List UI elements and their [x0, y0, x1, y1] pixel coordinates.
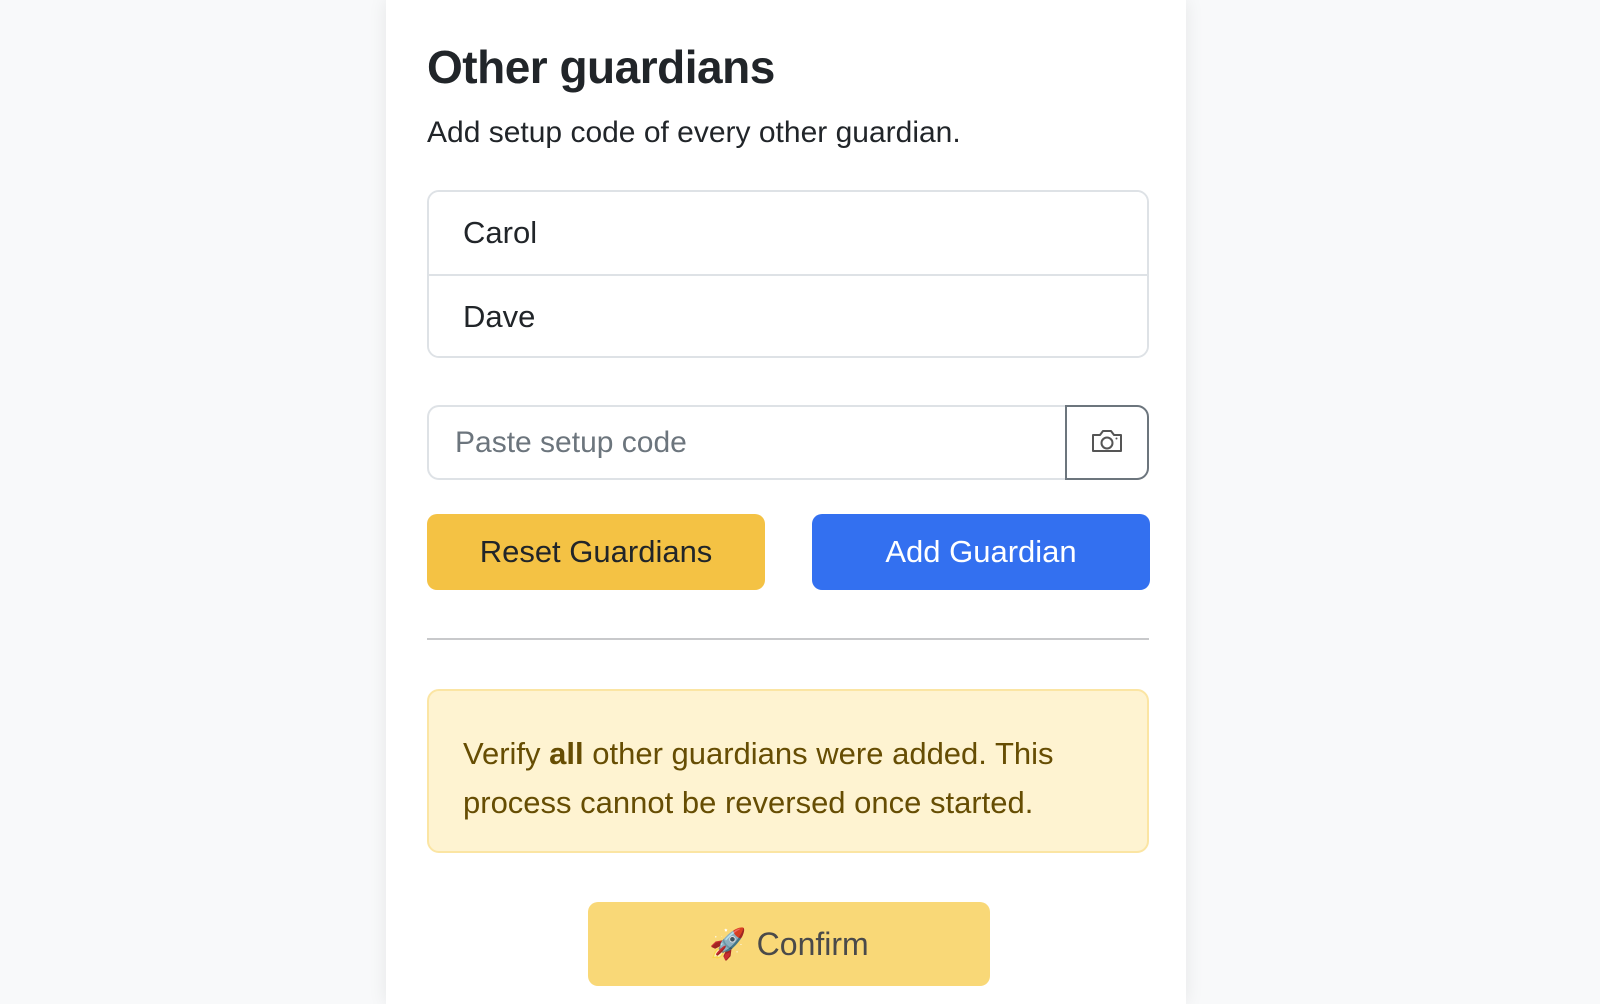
- page-title: Other guardians: [427, 41, 775, 93]
- warning-alert: Verify all other guardians were added. T…: [427, 689, 1149, 853]
- list-item: Dave: [429, 274, 1147, 356]
- setup-code-input[interactable]: [427, 405, 1065, 480]
- add-guardian-button[interactable]: Add Guardian: [812, 514, 1150, 590]
- alert-text-emphasis: all: [549, 736, 584, 771]
- setup-code-input-group: [427, 405, 1149, 480]
- alert-text-prefix: Verify: [463, 736, 550, 771]
- divider: [427, 638, 1149, 640]
- page-subtitle: Add setup code of every other guardian.: [427, 116, 961, 149]
- camera-icon: [1090, 427, 1124, 458]
- confirm-button[interactable]: 🚀 Confirm: [588, 902, 990, 986]
- rocket-icon: 🚀: [709, 926, 747, 962]
- scan-qr-button[interactable]: [1065, 405, 1149, 480]
- confirm-label: Confirm: [756, 925, 869, 962]
- list-item: Carol: [429, 192, 1147, 274]
- guardian-list: Carol Dave: [427, 190, 1149, 358]
- main-card: Other guardians Add setup code of every …: [386, 0, 1186, 1004]
- reset-guardians-button[interactable]: Reset Guardians: [427, 514, 765, 590]
